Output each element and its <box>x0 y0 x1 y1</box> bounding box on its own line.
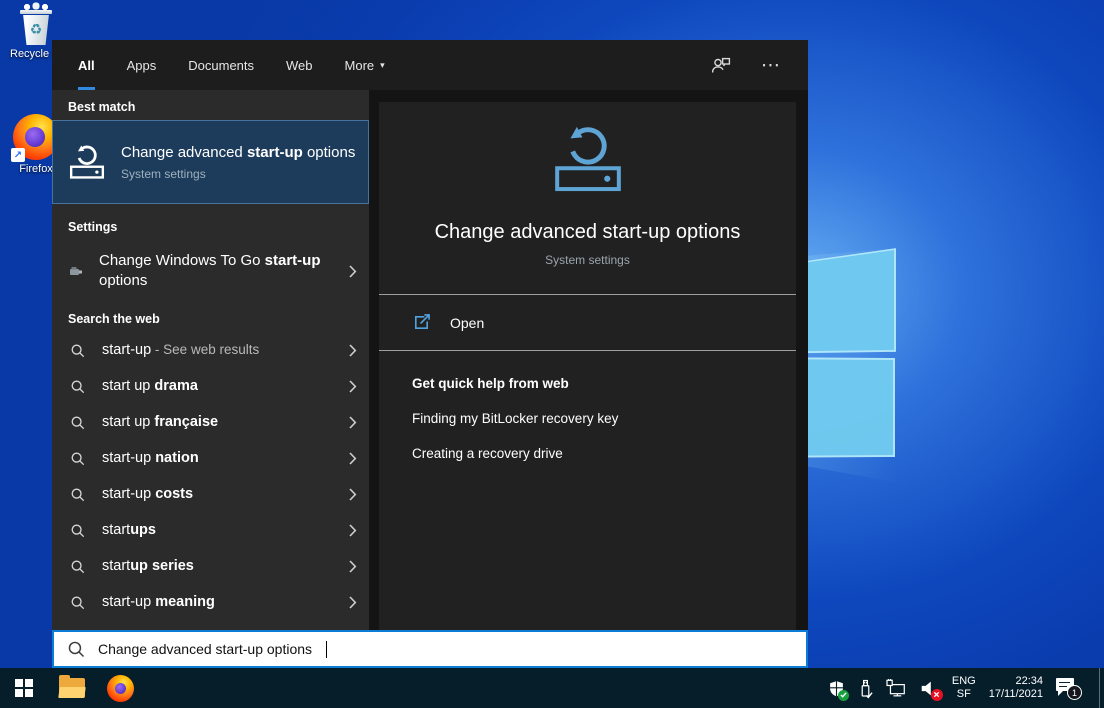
search-input[interactable]: Change advanced start-up options <box>52 630 808 668</box>
search-icon <box>70 343 85 358</box>
user-feedback-icon[interactable] <box>709 54 731 76</box>
section-header-settings: Settings <box>68 220 353 234</box>
search-input-value: Change advanced start-up options <box>98 641 312 657</box>
recycle-bin-icon: ♻ <box>19 5 53 45</box>
web-suggestion-item[interactable]: start-up nation <box>52 440 369 476</box>
web-suggestion-label: start up française <box>102 414 218 430</box>
text-caret <box>326 641 327 658</box>
preview-title: Change advanced start-up options <box>379 221 796 244</box>
usb-device-icon[interactable] <box>858 678 873 699</box>
volume-muted-icon[interactable] <box>920 679 939 698</box>
tab-all[interactable]: All <box>78 40 95 90</box>
search-icon <box>70 487 85 502</box>
restart-drive-icon <box>551 122 625 196</box>
web-suggestion-label: startups <box>102 522 156 538</box>
preview-panel: Change advanced start-up options System … <box>379 102 796 630</box>
search-tab-bar: All Apps Documents Web More ▾ ⋯ <box>52 40 808 90</box>
best-match-title: Change advanced start-up options <box>121 143 368 163</box>
chevron-right-icon[interactable] <box>349 416 357 429</box>
tab-web[interactable]: Web <box>286 40 313 90</box>
taskbar-file-explorer[interactable] <box>48 668 96 708</box>
web-suggestion-label: start-up nation <box>102 450 199 466</box>
search-icon <box>70 415 85 430</box>
open-action[interactable]: Open <box>379 295 796 350</box>
clock[interactable]: 22:34 17/11/2021 <box>989 675 1043 701</box>
search-icon <box>70 559 85 574</box>
chevron-right-icon[interactable] <box>349 524 357 537</box>
firefox-icon <box>107 675 134 702</box>
results-list: Best match Change advanced start-up opti… <box>52 90 369 630</box>
web-suggestion-item[interactable]: start-up - See web results <box>52 332 369 368</box>
web-suggestion-item[interactable]: startup series <box>52 548 369 584</box>
web-suggestion-item[interactable]: startups <box>52 512 369 548</box>
chevron-right-icon[interactable] <box>349 560 357 573</box>
web-suggestion-label: start up drama <box>102 378 198 394</box>
web-suggestion-label: start-up costs <box>102 486 193 502</box>
web-suggestion-label: start-up meaning <box>102 594 215 610</box>
search-icon <box>67 640 85 658</box>
notification-count-badge: 1 <box>1067 685 1082 700</box>
action-center-icon[interactable]: 1 <box>1056 676 1082 700</box>
open-label: Open <box>450 315 484 331</box>
chevron-right-icon[interactable] <box>349 596 357 609</box>
shortcut-arrow-icon: ↗ <box>11 148 25 162</box>
search-icon <box>70 595 85 610</box>
taskbar-firefox[interactable] <box>96 668 144 708</box>
best-match-subtitle: System settings <box>121 167 368 181</box>
chevron-right-icon[interactable] <box>349 452 357 465</box>
tab-apps[interactable]: Apps <box>127 40 157 90</box>
open-launch-icon <box>412 313 431 332</box>
web-suggestion-label: start-up - See web results <box>102 342 259 358</box>
preview-subtitle: System settings <box>379 253 796 267</box>
help-link[interactable]: Finding my BitLocker recovery key <box>412 411 796 426</box>
restart-drive-icon <box>68 143 106 181</box>
best-match-item[interactable]: Change advanced start-up options System … <box>52 120 369 204</box>
search-icon <box>70 379 85 394</box>
settings-result-item[interactable]: Change Windows To Go start-up options <box>52 244 369 298</box>
windows-to-go-icon <box>68 263 84 279</box>
file-explorer-icon <box>59 678 85 698</box>
more-options-icon[interactable]: ⋯ <box>761 54 782 77</box>
settings-item-label: Change Windows To Go start-up options <box>99 251 325 291</box>
tab-documents[interactable]: Documents <box>188 40 254 90</box>
chevron-right-icon[interactable] <box>349 344 357 357</box>
search-results-area: Best match Change advanced start-up opti… <box>52 90 808 630</box>
section-header-best-match: Best match <box>68 100 353 114</box>
chevron-right-icon[interactable] <box>349 265 357 278</box>
web-suggestion-label: startup series <box>102 558 194 574</box>
panel-gap <box>369 90 379 630</box>
mute-badge <box>931 689 943 701</box>
section-header-search-web: Search the web <box>68 312 353 326</box>
search-icon <box>70 523 85 538</box>
language-indicator[interactable]: ENG SF <box>952 675 976 701</box>
dropdown-arrow-icon: ▾ <box>380 60 385 71</box>
web-suggestion-item[interactable]: start up française <box>52 404 369 440</box>
web-suggestion-item[interactable]: start-up costs <box>52 476 369 512</box>
security-shield-icon[interactable] <box>828 679 845 698</box>
windows-logo-icon <box>15 679 33 697</box>
help-section-header: Get quick help from web <box>412 376 796 391</box>
web-suggestion-item[interactable]: start-up meaning <box>52 584 369 620</box>
web-suggestion-item[interactable]: start up drama <box>52 368 369 404</box>
network-icon[interactable] <box>886 679 907 698</box>
help-link[interactable]: Creating a recovery drive <box>412 446 796 461</box>
start-button[interactable] <box>0 668 48 708</box>
search-icon <box>70 451 85 466</box>
taskbar: ENG SF 22:34 17/11/2021 1 <box>0 668 1104 708</box>
show-desktop-edge[interactable] <box>1099 668 1100 708</box>
status-ok-badge <box>838 690 849 701</box>
chevron-right-icon[interactable] <box>349 488 357 501</box>
chevron-right-icon[interactable] <box>349 380 357 393</box>
tab-more[interactable]: More ▾ <box>345 40 385 90</box>
search-flyout: All Apps Documents Web More ▾ ⋯ <box>52 40 808 668</box>
